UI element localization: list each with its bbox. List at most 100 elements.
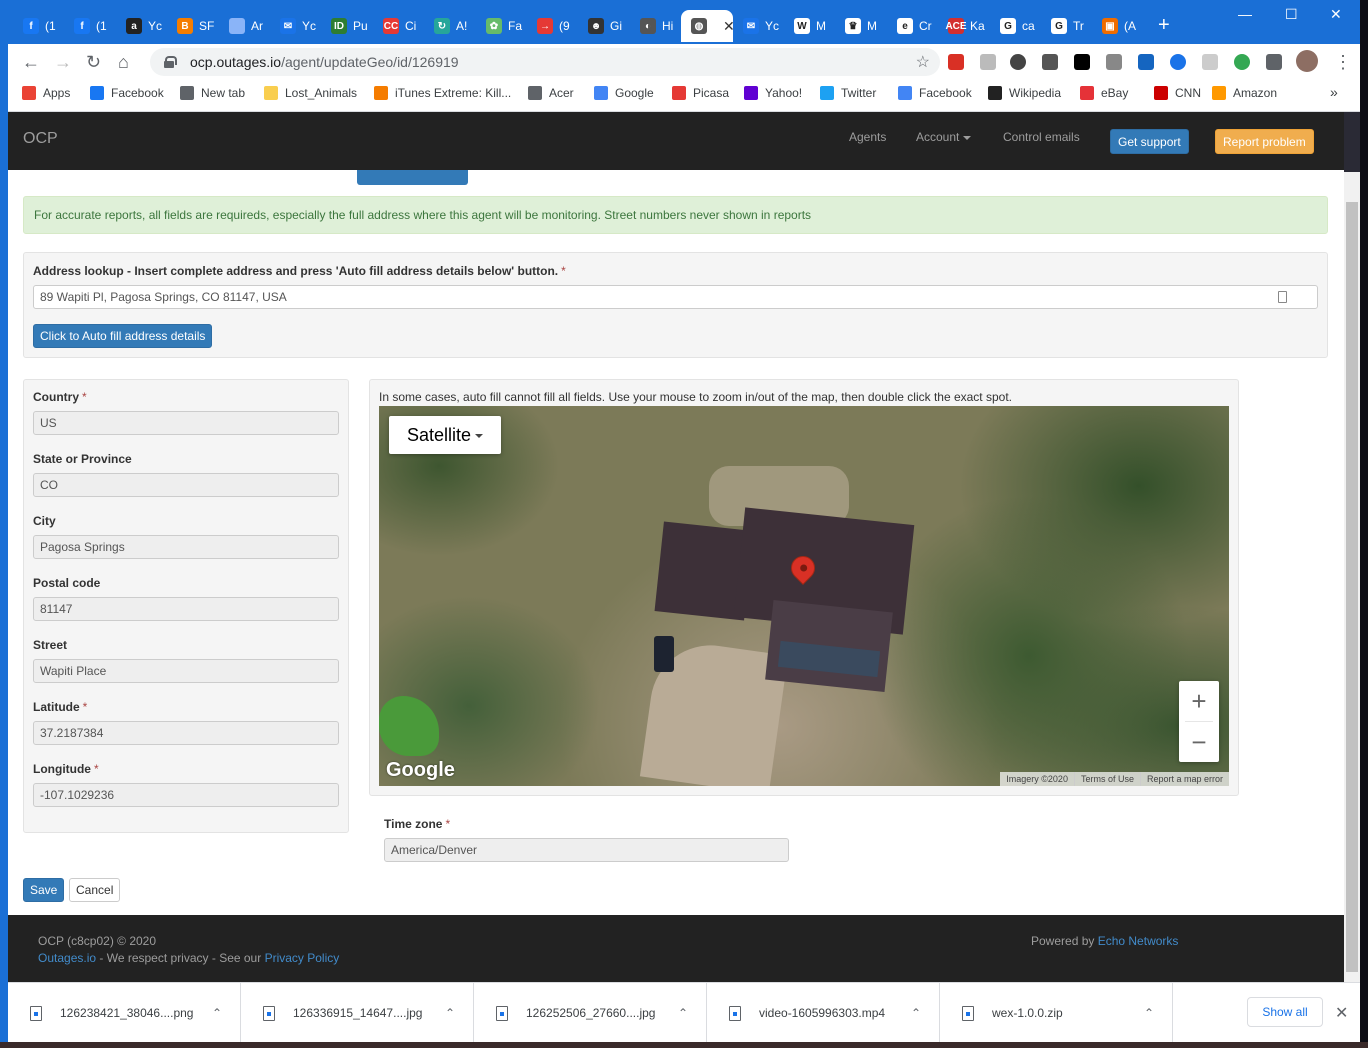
- reload-icon[interactable]: ↻: [86, 52, 101, 73]
- field-input[interactable]: 81147: [33, 597, 339, 621]
- field-input[interactable]: Wapiti Place: [33, 659, 339, 683]
- forward-icon[interactable]: →: [54, 52, 72, 73]
- field-input[interactable]: CO: [33, 473, 339, 497]
- report-map-error-link[interactable]: Report a map error: [1139, 772, 1229, 786]
- report-problem-button[interactable]: Report problem: [1215, 129, 1314, 154]
- download-extension-icon[interactable]: [1138, 54, 1154, 70]
- save-button[interactable]: Save: [23, 878, 65, 902]
- field-input[interactable]: 37.2187384: [33, 721, 339, 745]
- browser-tab[interactable]: → (9: [527, 10, 575, 42]
- terms-of-use-link[interactable]: Terms of Use: [1073, 772, 1140, 786]
- extension-icon[interactable]: [1074, 54, 1090, 70]
- browser-tab[interactable]: ✉ Yc: [270, 10, 318, 42]
- bookmark-item[interactable]: CNN: [1154, 86, 1201, 100]
- show-all-downloads-button[interactable]: Show all: [1247, 997, 1323, 1027]
- extensions-puzzle-icon[interactable]: [1266, 54, 1282, 70]
- download-item[interactable]: 126238421_38046....png ⌃: [8, 983, 241, 1043]
- browser-tab[interactable]: B SF: [167, 10, 215, 42]
- minimize-button[interactable]: —: [1238, 6, 1252, 22]
- extension-icon[interactable]: [1042, 54, 1058, 70]
- bookmark-item[interactable]: Amazon: [1212, 86, 1277, 100]
- field-input[interactable]: -107.1029236: [33, 783, 339, 807]
- extension-icon[interactable]: [1202, 54, 1218, 70]
- echo-networks-link[interactable]: Echo Networks: [1098, 934, 1179, 948]
- browser-tab[interactable]: f (1: [13, 10, 61, 42]
- extension-icon[interactable]: [1234, 54, 1250, 70]
- get-support-button[interactable]: Get support: [1110, 129, 1189, 154]
- browser-tab[interactable]: ▣ (A: [1092, 10, 1140, 42]
- bookmark-item[interactable]: Wikipedia: [988, 86, 1061, 100]
- chevron-up-icon[interactable]: ⌃: [911, 1006, 921, 1020]
- field-input[interactable]: US: [33, 411, 339, 435]
- browser-tab[interactable]: ♛ M: [835, 10, 883, 42]
- chevron-up-icon[interactable]: ⌃: [1144, 1006, 1154, 1020]
- chevron-up-icon[interactable]: ⌃: [445, 1006, 455, 1020]
- cancel-button[interactable]: Cancel: [69, 878, 121, 902]
- browser-tab[interactable]: ✉ Yc: [733, 10, 781, 42]
- browser-tab[interactable]: ✿ Fa: [476, 10, 524, 42]
- timezone-field[interactable]: America/Denver: [384, 838, 789, 862]
- bookmark-item[interactable]: eBay: [1080, 86, 1128, 100]
- brand[interactable]: OCP: [23, 130, 58, 148]
- bookmark-item[interactable]: Facebook: [90, 86, 164, 100]
- browser-tab[interactable]: Ar: [219, 10, 267, 42]
- zoom-in-button[interactable]: +: [1179, 681, 1219, 721]
- zoom-out-button[interactable]: −: [1179, 722, 1219, 762]
- bookmark-item[interactable]: Facebook: [898, 86, 972, 100]
- outages-link[interactable]: Outages.io: [38, 951, 96, 965]
- browser-tab[interactable]: G Tr: [1041, 10, 1089, 42]
- download-item[interactable]: video-1605996303.mp4 ⌃: [707, 983, 940, 1043]
- home-icon[interactable]: ⌂: [118, 52, 129, 73]
- bookmark-item[interactable]: Acer: [528, 86, 574, 100]
- browser-tab[interactable]: f (1: [64, 10, 112, 42]
- autofill-button[interactable]: Click to Auto fill address details: [33, 324, 213, 348]
- menu-kebab-icon[interactable]: ⋮: [1334, 52, 1352, 73]
- address-lookup-input[interactable]: 89 Wapiti Pl, Pagosa Springs, CO 81147, …: [33, 285, 1318, 309]
- close-window-button[interactable]: ✕: [1330, 6, 1342, 23]
- extension-icon[interactable]: [948, 54, 964, 70]
- browser-tab[interactable]: WM: [784, 10, 832, 42]
- browser-tab[interactable]: ◍ ✕: [681, 10, 733, 42]
- chevron-up-icon[interactable]: ⌃: [212, 1006, 222, 1020]
- download-item[interactable]: wex-1.0.0.zip ⌃: [940, 983, 1173, 1043]
- close-tab-icon[interactable]: ✕: [723, 18, 733, 35]
- bookmark-item[interactable]: Google: [594, 86, 654, 100]
- bookmark-item[interactable]: Twitter: [820, 86, 876, 100]
- autofill-icon[interactable]: [1278, 291, 1287, 303]
- bookmark-item[interactable]: Apps: [22, 86, 70, 100]
- tab-active[interactable]: [357, 170, 468, 185]
- field-input[interactable]: Pagosa Springs: [33, 535, 339, 559]
- bookmark-item[interactable]: New tab: [180, 86, 245, 100]
- bookmark-item[interactable]: Lost_Animals: [264, 86, 357, 100]
- nav-control-emails[interactable]: Control emails: [1003, 130, 1080, 144]
- browser-tab[interactable]: ☻ Gi: [578, 10, 626, 42]
- new-tab-button[interactable]: +: [1158, 14, 1170, 37]
- nav-account[interactable]: Account: [916, 130, 972, 144]
- browser-tab[interactable]: CC Ci: [373, 10, 421, 42]
- browser-tab[interactable]: Gca: [990, 10, 1038, 42]
- maximize-button[interactable]: ☐: [1285, 6, 1298, 23]
- browser-tab[interactable]: ACE Ka: [938, 10, 986, 42]
- bookmark-item[interactable]: Picasa: [672, 86, 729, 100]
- extension-icon[interactable]: [1106, 54, 1122, 70]
- extension-icon[interactable]: [1010, 54, 1026, 70]
- map-type-selector[interactable]: Satellite: [389, 416, 502, 454]
- bookmark-star-icon[interactable]: ☆: [916, 52, 930, 72]
- browser-tab[interactable]: a Yc: [116, 10, 164, 42]
- back-icon[interactable]: ←: [22, 52, 40, 73]
- page-scrollbar[interactable]: [1344, 172, 1360, 982]
- close-downloads-icon[interactable]: ✕: [1335, 1003, 1348, 1023]
- satellite-map[interactable]: Satellite + − Google Imagery ©2020 Terms…: [379, 406, 1229, 786]
- bookmarks-more-icon[interactable]: »: [1330, 84, 1338, 100]
- nav-agents[interactable]: Agents: [849, 130, 886, 144]
- extension-icon[interactable]: [1170, 54, 1186, 70]
- browser-tab[interactable]: ↻ A!: [424, 10, 472, 42]
- extension-icon[interactable]: [980, 54, 996, 70]
- download-item[interactable]: 126336915_14647....jpg ⌃: [241, 983, 474, 1043]
- browser-tab[interactable]: e Cr: [887, 10, 935, 42]
- profile-avatar[interactable]: [1296, 50, 1318, 72]
- chevron-up-icon[interactable]: ⌃: [678, 1006, 688, 1020]
- scrollbar-thumb[interactable]: [1346, 202, 1358, 972]
- address-bar[interactable]: ocp.outages.io/agent/updateGeo/id/126919…: [150, 48, 940, 76]
- browser-tab[interactable]: ID Pu: [321, 10, 369, 42]
